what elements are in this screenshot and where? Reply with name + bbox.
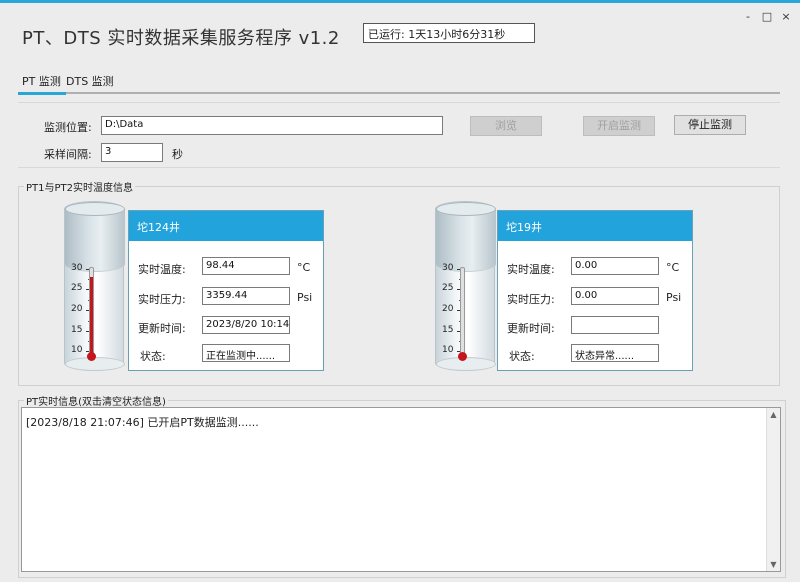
tick-label: 15 bbox=[71, 325, 83, 335]
stop-monitor-button[interactable]: 停止监测 bbox=[674, 115, 746, 135]
pt-group-title: PT1与PT2实时温度信息 bbox=[24, 179, 136, 194]
thermometer-bulb bbox=[458, 352, 467, 361]
close-button[interactable]: × bbox=[779, 10, 793, 24]
thermometer-stem bbox=[460, 267, 465, 355]
thermometer-bulb bbox=[87, 352, 96, 361]
tube-rim bbox=[436, 202, 496, 216]
update-time-label: 更新时间: bbox=[507, 322, 555, 335]
well-card-2: 坨19井 实时温度: 0.00 °C 实时压力: 0.00 Psi 更新时间: … bbox=[497, 210, 693, 371]
tube-rim bbox=[65, 202, 125, 216]
main-window: PT、DTS 实时数据采集服务程序 v1.2 已运行: 1天13小时6分31秒 … bbox=[0, 0, 800, 582]
tab-pt-monitor[interactable]: PT 监测 bbox=[22, 73, 61, 89]
runtime-display: 已运行: 1天13小时6分31秒 bbox=[363, 23, 535, 43]
scroll-down-icon[interactable]: ▼ bbox=[767, 558, 780, 571]
update-time-value bbox=[571, 316, 659, 334]
location-label: 监测位置: bbox=[44, 121, 92, 134]
tick-label: 25 bbox=[71, 283, 83, 293]
well-name: 坨19井 bbox=[498, 211, 692, 241]
start-monitor-button[interactable]: 开启监测 bbox=[583, 116, 655, 136]
tick-label: 20 bbox=[71, 304, 83, 314]
temperature-scale: 30 25 20 15 10 bbox=[442, 263, 472, 363]
location-input[interactable]: D:\Data bbox=[101, 116, 443, 135]
update-time-label: 更新时间: bbox=[138, 322, 186, 335]
well-card-1: 坨124井 实时温度: 98.44 °C 实时压力: 3359.44 Psi 更… bbox=[128, 210, 324, 371]
update-time-value: 2023/8/20 10:14:12 bbox=[202, 316, 290, 334]
tab-dts-monitor[interactable]: DTS 监测 bbox=[66, 73, 114, 89]
log-group-title: PT实时信息(双击清空状态信息) bbox=[24, 393, 168, 408]
pressure-unit: Psi bbox=[297, 291, 313, 304]
temp-value: 98.44 bbox=[202, 257, 290, 275]
temp-unit: °C bbox=[297, 261, 311, 274]
scroll-up-icon[interactable]: ▲ bbox=[767, 408, 780, 421]
tick-label: 30 bbox=[442, 263, 454, 273]
status-label: 状态: bbox=[509, 350, 535, 363]
tick-label: 25 bbox=[442, 283, 454, 293]
tick-label: 15 bbox=[442, 325, 454, 335]
title-bar: PT、DTS 实时数据采集服务程序 v1.2 已运行: 1天13小时6分31秒 … bbox=[0, 6, 800, 58]
well-name: 坨124井 bbox=[129, 211, 323, 241]
log-line: [2023/8/18 21:07:46] 已开启PT数据监测...... bbox=[26, 416, 259, 429]
status-value: 正在监测中...... bbox=[202, 344, 290, 362]
status-value: 状态异常...... bbox=[571, 344, 659, 362]
active-tab-indicator bbox=[18, 92, 66, 95]
pressure-unit: Psi bbox=[666, 291, 682, 304]
tick-label: 10 bbox=[442, 345, 454, 355]
interval-label: 采样间隔: bbox=[44, 148, 92, 161]
temp-value: 0.00 bbox=[571, 257, 659, 275]
status-label: 状态: bbox=[140, 350, 166, 363]
tick-label: 20 bbox=[442, 304, 454, 314]
interval-unit: 秒 bbox=[172, 148, 183, 161]
app-title: PT、DTS 实时数据采集服务程序 v1.2 bbox=[22, 28, 340, 49]
mercury-column bbox=[90, 277, 93, 355]
tick-label: 10 bbox=[71, 345, 83, 355]
config-panel: 监测位置: D:\Data 采样间隔: 3 秒 浏览 开启监测 停止监测 bbox=[18, 102, 780, 168]
pressure-label: 实时压力: bbox=[507, 293, 555, 306]
temp-unit: °C bbox=[666, 261, 680, 274]
temperature-scale: 30 25 20 15 10 bbox=[71, 263, 101, 363]
temp-label: 实时温度: bbox=[138, 263, 186, 276]
browse-button[interactable]: 浏览 bbox=[470, 116, 542, 136]
tick-label: 30 bbox=[71, 263, 83, 273]
tab-divider bbox=[18, 92, 780, 94]
log-textbox[interactable]: [2023/8/18 21:07:46] 已开启PT数据监测...... ▲ ▼ bbox=[21, 407, 781, 572]
log-scrollbar[interactable]: ▲ ▼ bbox=[766, 408, 780, 571]
temp-label: 实时温度: bbox=[507, 263, 555, 276]
pressure-value: 3359.44 bbox=[202, 287, 290, 305]
minimize-button[interactable]: - bbox=[741, 10, 755, 24]
maximize-button[interactable]: □ bbox=[760, 10, 774, 24]
pressure-label: 实时压力: bbox=[138, 293, 186, 306]
interval-input[interactable]: 3 bbox=[101, 143, 163, 162]
pressure-value: 0.00 bbox=[571, 287, 659, 305]
